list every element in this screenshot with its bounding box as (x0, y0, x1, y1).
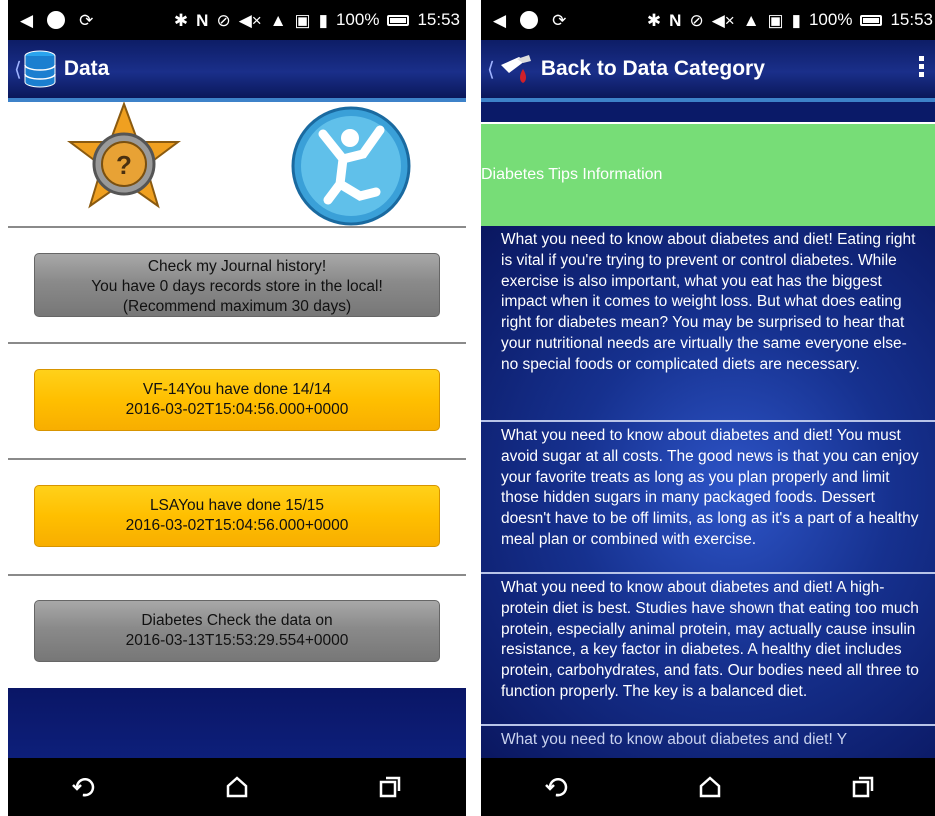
nfc-icon: N (196, 10, 209, 30)
button-line: 2016-03-02T15:04:56.000+0000 (125, 517, 349, 534)
achievement-badges: ? (8, 102, 466, 226)
battery-percent: 100% (808, 10, 853, 29)
battery-percent: 100% (335, 10, 380, 29)
divider (8, 574, 466, 576)
svg-text:?: ? (116, 150, 132, 180)
wifi-icon: ▲ (742, 10, 760, 30)
phone-screen-data: ◀ ⟳ ✱ N ⊘ ◀× ▲ ▣ ▮ 100% 15:53 ⟨ Data ? C… (8, 0, 466, 816)
status-bar: ◀ ⟳ ✱ N ⊘ ◀× ▲ ▣ ▮ 100% 15:53 (8, 0, 466, 40)
button-line: (Recommend maximum 30 days) (122, 298, 352, 315)
divider (8, 458, 466, 460)
recents-icon[interactable] (370, 767, 410, 807)
wifi-icon: ▲ (269, 10, 287, 30)
clock: 15:53 (417, 10, 460, 29)
lsa-record-button[interactable]: LSAYou have done 15/15 2016-03-02T15:04:… (34, 485, 440, 547)
divider (8, 226, 466, 228)
sync-icon: ⟳ (79, 10, 94, 30)
diabetes-check-button[interactable]: Diabetes Check the data on 2016-03-13T15… (34, 600, 440, 662)
phone-screen-tips: ◀ ⟳ ✱ N ⊘ ◀× ▲ ▣ ▮ 100% 15:53 ⟨ Back to … (481, 0, 935, 816)
chevron-left-icon[interactable]: ⟨ (487, 57, 495, 82)
notification-icon: ◀ (20, 10, 34, 30)
tip-item[interactable]: What you need to know about diabetes and… (481, 726, 935, 758)
overflow-menu-icon[interactable] (919, 56, 925, 80)
tips-header-text: Diabetes Tips Information (481, 166, 663, 183)
tips-list[interactable]: What you need to know about diabetes and… (481, 226, 935, 758)
sim-icon: ▣ (767, 10, 784, 30)
action-bar[interactable]: ⟨ Data (8, 40, 466, 98)
home-icon[interactable] (217, 767, 257, 807)
do-not-disturb-icon: ⊘ (689, 10, 704, 30)
button-line: You have 0 days records store in the loc… (91, 278, 383, 295)
screen-title: Back to Data Category (540, 57, 765, 80)
footer-area (8, 688, 466, 758)
status-bar: ◀ ⟳ ✱ N ⊘ ◀× ▲ ▣ ▮ 100% 15:53 (481, 0, 935, 40)
navigation-bar (8, 758, 466, 816)
mute-icon: ◀× (238, 10, 262, 30)
vf14-record-button[interactable]: VF-14You have done 14/14 2016-03-02T15:0… (34, 369, 440, 431)
screen-title: Data (63, 57, 110, 80)
button-line: LSAYou have done 15/15 (149, 497, 325, 514)
recents-icon[interactable] (843, 767, 883, 807)
tip-item[interactable]: What you need to know about diabetes and… (481, 422, 935, 574)
header-strip (481, 102, 935, 122)
nfc-icon: N (669, 10, 682, 30)
circle-notification-icon (47, 11, 66, 29)
battery-icon (387, 14, 410, 26)
back-icon[interactable] (537, 767, 577, 807)
button-line: 2016-03-02T15:04:56.000+0000 (125, 401, 349, 418)
signal-icon: ▮ (318, 10, 328, 30)
home-icon[interactable] (690, 767, 730, 807)
signal-icon: ▮ (791, 10, 801, 30)
button-line: Diabetes Check the data on (141, 612, 333, 629)
do-not-disturb-icon: ⊘ (216, 10, 231, 30)
fitness-person-icon[interactable] (288, 104, 414, 228)
button-line: VF-14You have done 14/14 (142, 381, 332, 398)
tips-header-panel: Diabetes Tips Information (481, 124, 935, 226)
journal-history-button[interactable]: Check my Journal history! You have 0 day… (34, 253, 440, 317)
circle-notification-icon (520, 11, 539, 29)
chevron-left-icon[interactable]: ⟨ (14, 57, 22, 82)
button-line: Check my Journal history! (147, 258, 327, 275)
dropper-icon (500, 55, 531, 83)
sim-icon: ▣ (294, 10, 311, 30)
star-badge-icon[interactable]: ? (60, 102, 188, 226)
divider (8, 342, 466, 344)
bluetooth-icon: ✱ (646, 10, 662, 30)
notification-icon: ◀ (493, 10, 507, 30)
clock: 15:53 (890, 10, 933, 29)
navigation-bar (481, 758, 935, 816)
database-icon (24, 50, 56, 88)
button-line: 2016-03-13T15:53:29.554+0000 (125, 632, 349, 649)
bluetooth-icon: ✱ (173, 10, 189, 30)
action-bar[interactable]: ⟨ Back to Data Category (481, 40, 935, 98)
tip-item[interactable]: What you need to know about diabetes and… (481, 574, 935, 726)
battery-icon (860, 14, 883, 26)
back-icon[interactable] (64, 767, 104, 807)
tip-item[interactable]: What you need to know about diabetes and… (481, 226, 935, 422)
mute-icon: ◀× (711, 10, 735, 30)
sync-icon: ⟳ (552, 10, 567, 30)
